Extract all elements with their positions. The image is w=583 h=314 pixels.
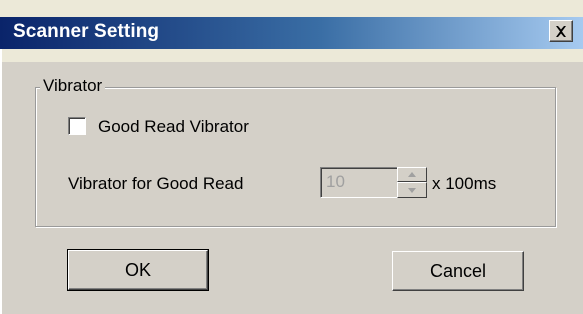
vibrator-duration-unit: x 100ms — [432, 174, 497, 193]
close-icon — [556, 25, 566, 37]
arrow-down-icon — [408, 187, 416, 193]
scanner-setting-dialog: Scanner Setting Vibrator Good Read Vibra… — [0, 0, 583, 314]
vibrator-duration-label: Vibrator for Good Read — [68, 174, 244, 193]
window-title: Scanner Setting — [13, 21, 160, 42]
vibrator-duration-spinner[interactable] — [397, 167, 427, 198]
vibrator-duration-input[interactable]: 10 — [320, 167, 398, 198]
good-read-vibrator-label[interactable]: Good Read Vibrator — [98, 117, 249, 137]
vibrator-groupbox — [35, 87, 556, 227]
window-left-edge — [0, 49, 2, 314]
arrow-up-icon — [408, 172, 416, 177]
cancel-button[interactable]: Cancel — [392, 251, 524, 291]
groupbox-label: Vibrator — [40, 76, 106, 96]
good-read-vibrator-checkbox[interactable] — [68, 117, 86, 135]
dialog-body-top — [0, 49, 583, 62]
ok-button[interactable]: OK — [67, 249, 209, 291]
spin-up-button[interactable] — [397, 167, 427, 182]
close-button[interactable] — [549, 20, 573, 42]
spin-down-button[interactable] — [397, 182, 427, 198]
